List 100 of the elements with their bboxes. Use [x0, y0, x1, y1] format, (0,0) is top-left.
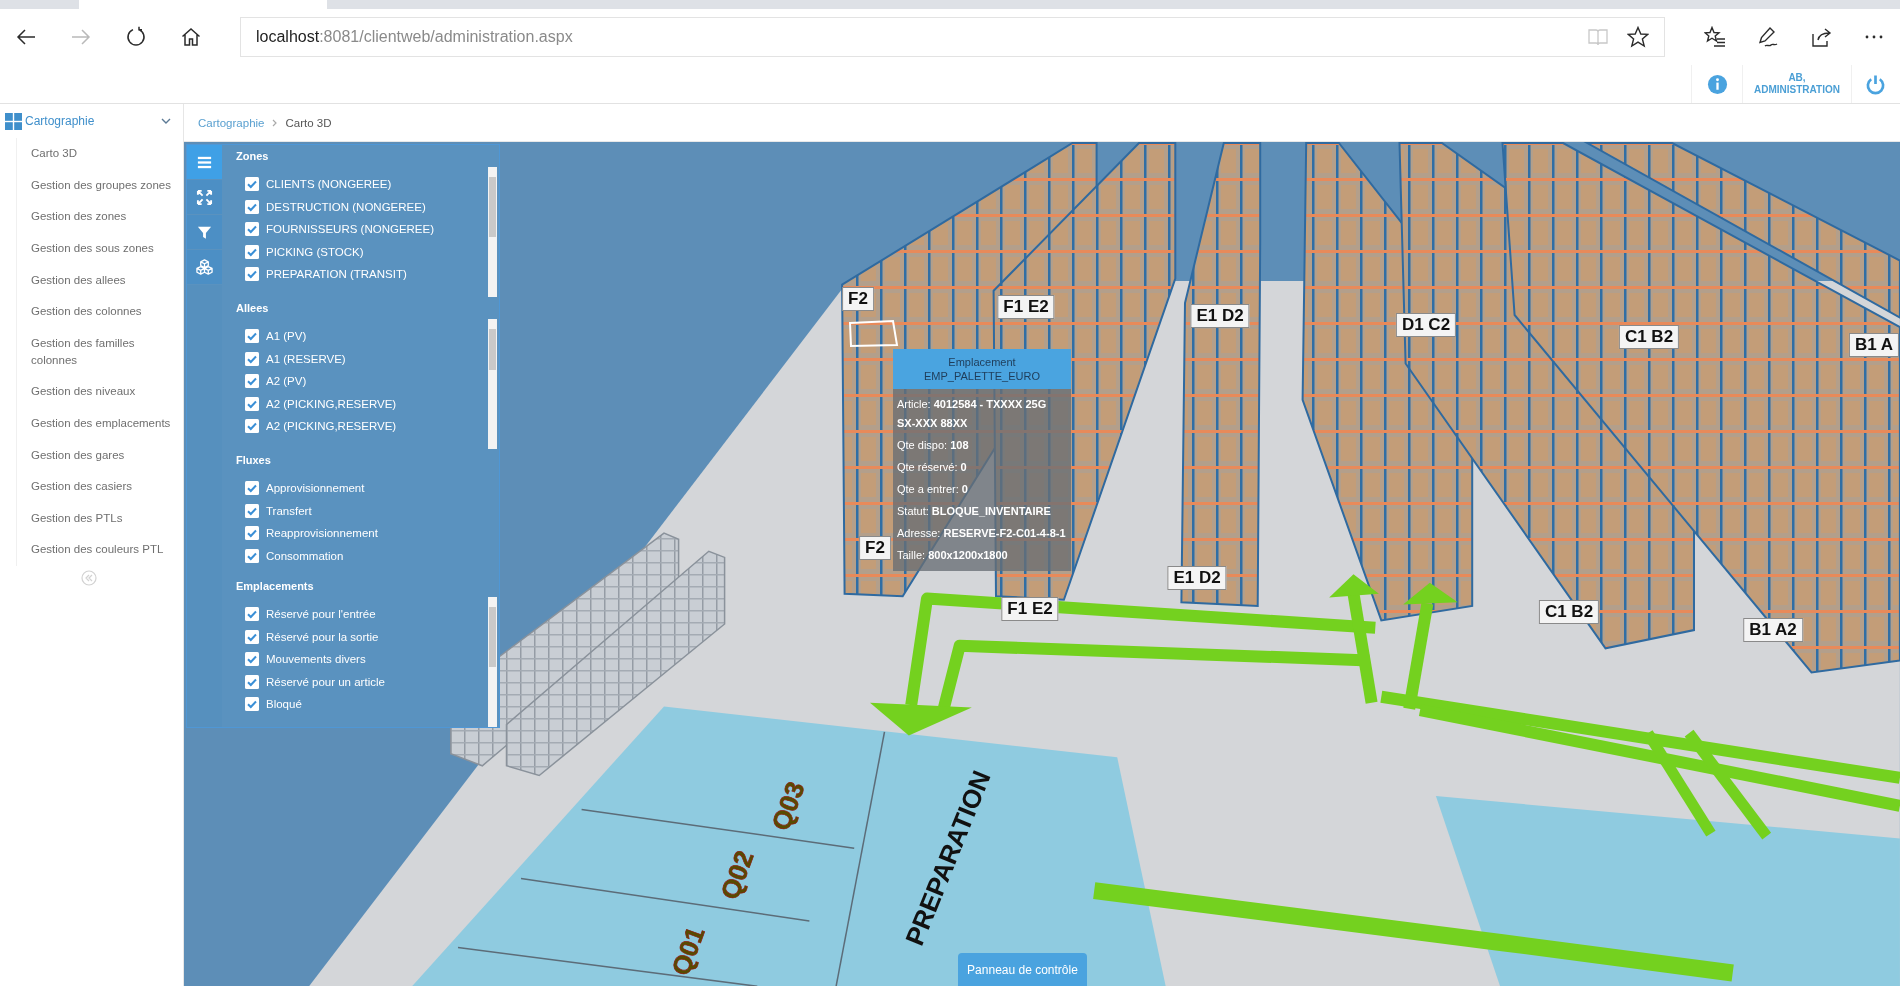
rack-label: E1 D2 [1190, 304, 1250, 328]
filter-option-label: Réservé pour la sortie [266, 630, 379, 643]
scrollbar[interactable] [488, 319, 497, 449]
user-menu[interactable]: AB, ADMINISTRATION [1742, 65, 1851, 103]
tooltip-field: Qte dispo: 108 [897, 436, 1067, 455]
filter-section-title: Fluxes [236, 453, 272, 468]
checkbox[interactable] [245, 697, 259, 712]
dock-label: Q02 [714, 846, 760, 904]
checkbox[interactable] [245, 481, 259, 496]
filter-option-label: CLIENTS (NONGEREE) [266, 178, 392, 191]
filter-section-title: Zones [236, 149, 270, 164]
scrollbar[interactable] [488, 597, 497, 727]
expand-icon [196, 188, 213, 206]
checkbox[interactable] [245, 629, 259, 644]
tooltip-field: Qte a entrer: 0 [897, 480, 1067, 499]
checkbox[interactable] [245, 199, 259, 214]
address-bar[interactable]: localhost:8081/clientweb/administration.aspx [240, 17, 1665, 57]
control-panel-button[interactable]: Panneau de contrôle [958, 953, 1087, 986]
checkbox[interactable] [245, 652, 259, 667]
chevron-down-icon[interactable] [161, 116, 171, 126]
layers-button[interactable] [187, 250, 222, 285]
fit-view-button[interactable] [187, 180, 222, 215]
rack-label: E1 D2 [1167, 566, 1227, 590]
favorites-list-icon[interactable] [1704, 26, 1726, 48]
menu-item[interactable]: Gestion des familles colonnes [31, 327, 179, 377]
power-icon[interactable] [1864, 73, 1886, 95]
chevron-right-icon [272, 118, 278, 127]
tooltip-field: Article: 4012584 - TXXXX 25G SX-XXX 88XX [897, 395, 1067, 433]
menu-item[interactable]: Gestion des emplacements [31, 407, 179, 440]
checkbox[interactable] [245, 351, 259, 366]
rack-label: F2 [842, 287, 874, 311]
menu-item[interactable]: Gestion des PTLs [31, 502, 179, 535]
menu-item[interactable]: Gestion des zones [31, 201, 179, 233]
checkbox[interactable] [245, 396, 259, 411]
star-icon[interactable] [1627, 26, 1649, 48]
menu-item[interactable]: Gestion des groupes zones [31, 169, 179, 202]
filter-option-label: PREPARATION (TRANSIT) [266, 268, 407, 281]
menu-item[interactable]: Carto 3D [31, 138, 179, 170]
filter-option-label: Réservé pour un article [266, 675, 385, 688]
filter-option-label: Réservé pour l'entrée [266, 608, 376, 621]
checkbox[interactable] [245, 177, 259, 192]
filter-option-label: A2 (PICKING,RESERVE) [266, 397, 397, 410]
filter-option-label: A1 (PV) [266, 330, 307, 343]
tooltip-title: Emplacement [947, 355, 1017, 369]
home-icon[interactable] [180, 26, 202, 48]
scrollbar[interactable] [488, 167, 497, 297]
filter-option-label: Transfert [266, 504, 312, 517]
menu-item[interactable]: Gestion des gares [31, 439, 179, 471]
checkbox[interactable] [245, 503, 259, 518]
rack-label: C1 B2 [1618, 325, 1680, 349]
filter-option-label: DESTRUCTION (NONGEREE) [266, 200, 426, 213]
checkbox[interactable] [245, 674, 259, 689]
checkbox[interactable] [245, 244, 259, 259]
tooltip-field: Taille: 800x1200x1800 [897, 546, 1067, 565]
breadcrumb-link[interactable]: Cartographie [198, 116, 265, 129]
menu-item[interactable]: Gestion des colonnes [31, 295, 179, 328]
filter-option-label: FOURNISSEURS (NONGEREE) [266, 223, 435, 236]
filter-option-label: Consommation [266, 549, 344, 562]
filter-section-title: Allees [236, 301, 270, 316]
rack-label: C1 B2 [1538, 600, 1600, 624]
selection-outline [848, 319, 899, 348]
checkbox[interactable] [245, 222, 259, 237]
filter-option-label: A2 (PV) [266, 375, 307, 388]
filter-button[interactable] [187, 215, 222, 250]
rack-label: B1 A [1848, 333, 1900, 357]
checkbox[interactable] [245, 548, 259, 563]
filter-section-title: Emplacements [236, 579, 315, 594]
pen-icon[interactable] [1757, 26, 1779, 48]
checkbox[interactable] [245, 374, 259, 389]
menu-item[interactable]: Gestion des allees [31, 264, 179, 296]
rack-label: F2 [859, 536, 891, 560]
menu-item[interactable]: Gestion des sous zones [31, 232, 179, 265]
filter-option-label: A1 (RESERVE) [266, 352, 346, 365]
share-icon[interactable] [1810, 26, 1832, 48]
menu-item[interactable]: Gestion des couleurs PTL [31, 534, 179, 566]
refresh-icon[interactable] [125, 26, 147, 48]
checkbox[interactable] [245, 329, 259, 344]
info-icon[interactable] [1706, 73, 1728, 95]
tooltip-field: Statut: BLOQUE_INVENTAIRE [897, 502, 1067, 521]
rack-label: F1 E2 [997, 295, 1055, 319]
menu-item[interactable]: Gestion des niveaux [31, 376, 179, 408]
checkbox[interactable] [245, 526, 259, 541]
checkbox[interactable] [245, 419, 259, 434]
filter-option-label: Bloqué [266, 698, 302, 711]
tooltip-subtitle: EMP_PALETTE_EURO [923, 369, 1041, 383]
checkbox[interactable] [245, 267, 259, 282]
menu-item[interactable]: Gestion des casiers [31, 470, 179, 503]
filter-option-label: A2 (PICKING,RESERVE) [266, 420, 397, 433]
section-toggle[interactable]: Cartographie [0, 104, 183, 138]
tooltip-field: Adresse: RESERVE-F2-C01-4-8-1 [897, 524, 1067, 543]
dock-label: Q01 [665, 922, 711, 980]
filter-option-label: Mouvements divers [266, 653, 366, 666]
cubes-icon [196, 258, 213, 276]
rack-label: D1 C2 [1395, 313, 1457, 337]
checkbox[interactable] [245, 607, 259, 622]
rack-label: B1 A2 [1743, 618, 1803, 642]
dock-label: Q03 [765, 777, 811, 835]
tooltip-field: Qte réservé: 0 [897, 458, 1067, 477]
menu-button[interactable] [187, 145, 222, 180]
grid-icon [5, 112, 22, 130]
